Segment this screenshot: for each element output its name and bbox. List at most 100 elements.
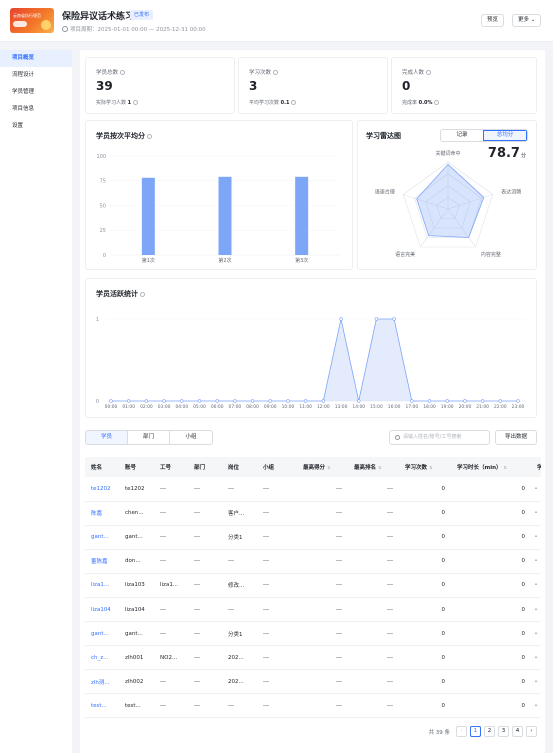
prev-page-button[interactable]: ‹ (456, 726, 467, 737)
student-name-link[interactable]: 董陈嘉 (85, 549, 119, 574)
col-top-score[interactable]: 最高得分 ⇅ (297, 457, 348, 477)
sidebar: 项目概览 流程设计 学员管理 项目信息 设置 (0, 50, 72, 753)
row-more-icon[interactable]: • (531, 621, 541, 647)
student-name-link[interactable]: te1202 (85, 477, 119, 502)
more-button[interactable]: 更多 ⌄ (512, 14, 542, 27)
search-input[interactable]: 请输入姓名/账号/工号搜索 (389, 430, 490, 445)
next-page-button[interactable]: › (526, 726, 537, 737)
status-badge: 已发布 (130, 10, 154, 20)
table-cell: --- (188, 477, 222, 502)
sidebar-item-flow-design[interactable]: 流程设计 (0, 67, 72, 84)
col-top-rank[interactable]: 最高排名 ⇅ (348, 457, 399, 477)
table-cell: --- (154, 549, 188, 574)
row-more-icon[interactable]: • (531, 645, 541, 671)
page-button-2[interactable]: 2 (484, 726, 495, 737)
student-name-link[interactable]: liza104 (85, 597, 119, 623)
activity-point (268, 399, 272, 403)
table-cell: 0 (399, 549, 451, 574)
table-row: te1202 te1202 --- --- --- --- --- --- 0 0 • (85, 477, 541, 502)
table-cell: --- (348, 645, 399, 671)
thumbnail-text: 云南省执行规范 (13, 13, 41, 18)
row-more-icon[interactable]: • (531, 501, 541, 526)
table-cell: te1202 (119, 477, 154, 502)
student-name-link[interactable]: liza1... (85, 573, 119, 598)
stat-value: 3 (249, 79, 258, 93)
help-icon[interactable] (273, 70, 279, 75)
table-cell: 0 (399, 573, 451, 598)
table-cell: liza104 (119, 597, 154, 623)
x-tick-label: 23:00 (512, 404, 525, 410)
table-cell: --- (297, 573, 348, 598)
table-cell: --- (222, 693, 257, 719)
help-icon[interactable] (120, 70, 126, 75)
activity-point (445, 399, 449, 403)
stat-card-total-students: 学员总数 39 实际学习人数 1 (85, 57, 235, 114)
x-tick-label: 00:00 (105, 404, 118, 410)
x-tick-label: 15:00 (370, 404, 383, 410)
table-cell: --- (297, 525, 348, 550)
table-cell: --- (297, 501, 348, 526)
col-study-count-label: 学习次数 (405, 465, 428, 471)
activity-point (357, 399, 361, 403)
student-name-link[interactable]: 陈嘉 (85, 501, 119, 526)
sidebar-item-student-management[interactable]: 学员管理 (0, 84, 72, 101)
table-cell: --- (222, 549, 257, 574)
period-label: 项目周期： (70, 27, 98, 33)
x-tick-label: 18:00 (423, 404, 436, 410)
table-cell: gant... (119, 525, 154, 550)
table-cell: --- (257, 525, 297, 550)
col-study-count[interactable]: 学习次数 ⇅ (399, 457, 451, 477)
table-cell: 分类1 (222, 525, 257, 550)
col-account: 账号 (119, 457, 154, 477)
student-name-link[interactable]: gant... (85, 621, 119, 647)
sidebar-item-settings[interactable]: 设置 (0, 118, 72, 135)
page-button-4[interactable]: 4 (512, 726, 523, 737)
x-tick-label: 06:00 (211, 404, 224, 410)
sidebar-item-project-info[interactable]: 项目信息 (0, 101, 72, 118)
activity-point (516, 399, 520, 403)
tab-student[interactable]: 学员 (86, 431, 128, 444)
page-button-3[interactable]: 3 (498, 726, 509, 737)
table-cell: --- (257, 549, 297, 574)
tab-group[interactable]: 小组 (170, 431, 212, 444)
col-more: 学 (531, 457, 541, 477)
sidebar-item-overview[interactable]: 项目概览 (0, 50, 72, 67)
table-cell: --- (257, 669, 297, 695)
table-cell: --- (154, 525, 188, 550)
table-cell: --- (154, 621, 188, 647)
row-more-icon[interactable]: • (531, 669, 541, 695)
row-more-icon[interactable]: • (531, 693, 541, 719)
radar-chart-card: 学习雷达图 记录 总均分 78.7分 关键词命中 表达流畅 内容完整 语言完美 语速合理 (357, 120, 537, 270)
help-icon[interactable] (291, 100, 297, 105)
row-more-icon[interactable]: • (531, 549, 541, 574)
table-cell: 0 (399, 669, 451, 695)
tab-department[interactable]: 部门 (128, 431, 170, 444)
clock-icon (62, 26, 68, 32)
student-name-link[interactable]: ch_z... (85, 645, 119, 671)
export-button[interactable]: 导出数据 (495, 430, 537, 445)
col-study-duration[interactable]: 学习时长（min） ⇅ (451, 457, 531, 477)
help-icon[interactable] (434, 100, 440, 105)
sort-icon: ⇅ (378, 465, 382, 470)
help-icon[interactable] (133, 100, 139, 105)
help-icon[interactable] (426, 70, 432, 75)
table-cell: --- (348, 477, 399, 502)
x-tick-label: 05:00 (193, 404, 206, 410)
student-name-link[interactable]: test... (85, 693, 119, 719)
stat-sub-value: 1 (127, 100, 132, 106)
student-name-link[interactable]: zlh测... (85, 669, 119, 695)
row-more-icon[interactable]: • (531, 573, 541, 598)
activity-point (162, 399, 166, 403)
table-cell: 0 (451, 597, 531, 623)
col-department: 部门 (188, 457, 222, 477)
table-cell: --- (257, 645, 297, 671)
row-more-icon[interactable]: • (531, 477, 541, 502)
project-thumbnail: 云南省执行规范 (10, 8, 54, 33)
student-name-link[interactable]: gant... (85, 525, 119, 550)
activity-area (111, 319, 518, 401)
preview-button[interactable]: 预览 (481, 14, 505, 27)
row-more-icon[interactable]: • (531, 525, 541, 550)
row-more-icon[interactable]: • (531, 597, 541, 623)
table-cell: --- (188, 597, 222, 623)
page-button-1[interactable]: 1 (470, 726, 481, 737)
